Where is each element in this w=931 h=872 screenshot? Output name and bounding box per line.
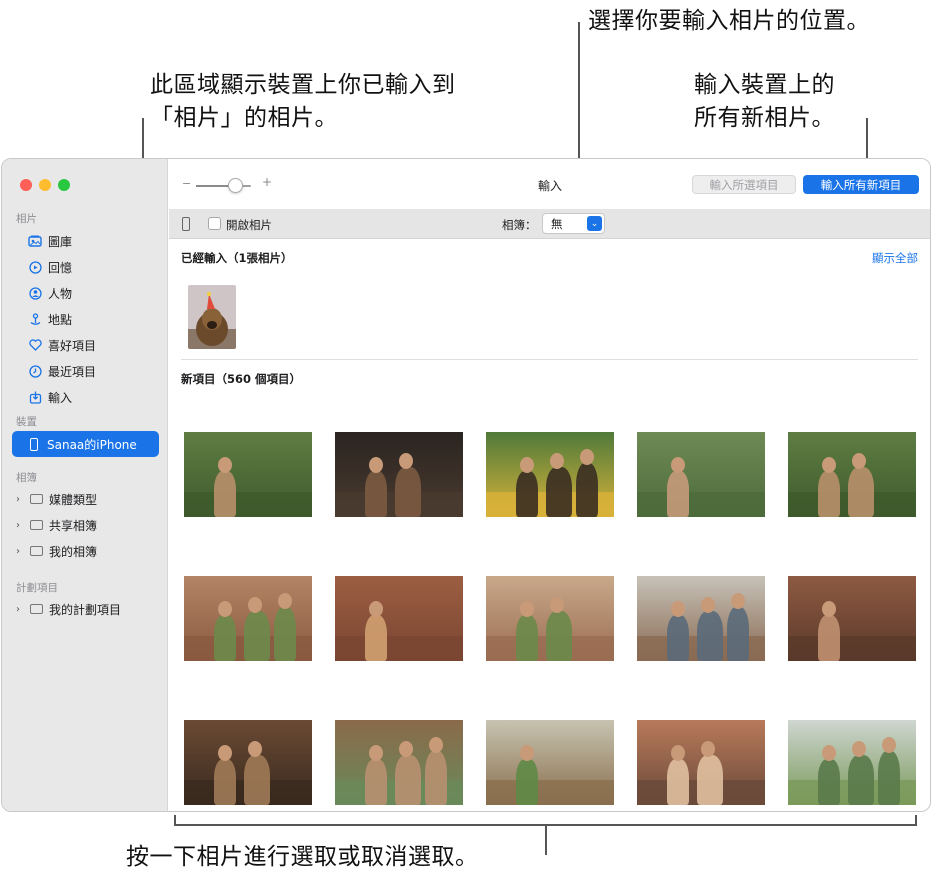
zoom-in-icon[interactable]: + — [262, 175, 272, 189]
sidebar-item-label: 地點 — [48, 312, 73, 327]
callout-import-new-line1: 輸入裝置上的 — [694, 72, 835, 98]
minimize-window-button[interactable] — [39, 179, 51, 191]
folder-icon — [30, 494, 43, 504]
sidebar-item-places[interactable]: 地點 — [28, 308, 72, 330]
import-selected-button[interactable]: 輸入所選項目 — [692, 175, 796, 194]
photo-thumbnail[interactable] — [184, 576, 312, 661]
zoom-slider[interactable] — [196, 185, 251, 187]
photo-thumbnail[interactable] — [788, 720, 916, 805]
sidebar-group-label: 我的計劃項目 — [49, 602, 122, 617]
import-icon — [28, 390, 42, 404]
album-label: 相簿： — [502, 218, 537, 232]
photo-thumbnail[interactable] — [788, 432, 916, 517]
chevron-right-icon[interactable]: › — [16, 520, 26, 531]
shared-album-icon — [30, 520, 43, 530]
heart-icon — [28, 338, 42, 352]
photo-thumbnail[interactable] — [637, 720, 765, 805]
photo-thumbnail[interactable] — [335, 720, 463, 805]
chevron-down-icon[interactable]: ⌄ — [587, 216, 602, 231]
people-icon — [28, 286, 42, 300]
sidebar-group-media-types[interactable]: › 媒體類型 — [16, 488, 97, 510]
callout-imported-area-line2: 「相片」的相片。 — [150, 105, 338, 131]
sidebar-item-recents[interactable]: 最近項目 — [28, 360, 96, 382]
sidebar-section-albums: 相簿 — [16, 472, 37, 484]
sidebar-section-projects: 計劃項目 — [16, 582, 58, 594]
chevron-right-icon[interactable]: › — [16, 494, 26, 505]
sidebar-group-label: 媒體類型 — [49, 492, 98, 507]
clock-icon — [28, 364, 42, 378]
already-imported-heading: 已經輸入（1張相片） — [181, 251, 293, 265]
library-icon — [28, 234, 42, 248]
folder-icon — [30, 546, 43, 556]
toolbar-title: 輸入 — [538, 179, 563, 193]
sidebar-section-devices: 裝置 — [16, 416, 37, 428]
callout-line — [545, 825, 547, 855]
zoom-slider-knob[interactable] — [227, 178, 243, 193]
open-photos-label[interactable]: 開啟相片 — [226, 217, 272, 233]
sidebar-group-label: 共享相簿 — [49, 518, 98, 533]
show-all-link[interactable]: 顯示全部 — [872, 250, 918, 266]
imported-photo-thumbnail[interactable] — [188, 285, 236, 349]
chevron-right-icon[interactable]: › — [16, 546, 26, 557]
memories-icon — [28, 260, 42, 274]
sidebar-item-favorites[interactable]: 喜好項目 — [28, 334, 96, 356]
callout-import-new-line2: 所有新相片。 — [694, 105, 835, 131]
sidebar-item-memories[interactable]: 回憶 — [28, 256, 72, 278]
callout-line — [174, 815, 176, 825]
iphone-icon — [182, 217, 190, 231]
sidebar: 相片 圖庫 回憶 人物 地點 喜好項目 最近項目 輸入 裝置 Sanaa的iPh… — [2, 159, 168, 811]
new-items-heading: 新項目（560 個項目） — [181, 372, 302, 386]
sidebar-item-label: 喜好項目 — [48, 338, 97, 353]
callout-choose-location: 選擇你要輸入相片的位置。 — [588, 8, 870, 34]
sidebar-item-label: 回憶 — [48, 260, 73, 275]
photo-thumbnail[interactable] — [335, 576, 463, 661]
sidebar-group-my-projects[interactable]: › 我的計劃項目 — [16, 598, 121, 620]
iphone-icon — [30, 437, 38, 451]
photo-thumbnail[interactable] — [637, 576, 765, 661]
sidebar-device-label: Sanaa的iPhone — [47, 437, 137, 452]
sidebar-item-people[interactable]: 人物 — [28, 282, 72, 304]
callout-click-to-select: 按一下相片進行選取或取消選取。 — [126, 844, 479, 870]
photo-thumbnail[interactable] — [335, 432, 463, 517]
sidebar-item-label: 圖庫 — [48, 234, 73, 249]
sidebar-group-label: 我的相簿 — [49, 544, 98, 559]
folder-icon — [30, 604, 43, 614]
callout-imported-area-line1: 此區域顯示裝置上你已輸入到 — [150, 72, 456, 98]
chevron-right-icon[interactable]: › — [16, 604, 26, 615]
import-all-new-button[interactable]: 輸入所有新項目 — [803, 175, 919, 194]
toolbar: − + 輸入 輸入所選項目 輸入所有新項目 — [169, 159, 930, 209]
zoom-window-button[interactable] — [58, 179, 70, 191]
photo-thumbnail[interactable] — [184, 720, 312, 805]
sidebar-item-label: 輸入 — [48, 390, 73, 405]
album-select-value: 無 — [551, 216, 563, 231]
sidebar-item-library[interactable]: 圖庫 — [28, 230, 72, 252]
photo-thumbnail[interactable] — [637, 432, 765, 517]
close-window-button[interactable] — [20, 179, 32, 191]
photo-thumbnail[interactable] — [788, 576, 916, 661]
section-divider — [181, 359, 918, 360]
sidebar-group-shared-albums[interactable]: › 共享相簿 — [16, 514, 97, 536]
zoom-out-icon[interactable]: − — [182, 177, 191, 190]
sidebar-item-import[interactable]: 輸入 — [28, 386, 72, 408]
photo-thumbnail[interactable] — [486, 720, 614, 805]
sidebar-group-my-albums[interactable]: › 我的相簿 — [16, 540, 97, 562]
import-pane: − + 輸入 輸入所選項目 輸入所有新項目 開啟相片 相簿： 無 ⌄ 已經輸入（… — [169, 159, 930, 811]
photo-thumbnail[interactable] — [184, 432, 312, 517]
photos-window: 相片 圖庫 回憶 人物 地點 喜好項目 最近項目 輸入 裝置 Sanaa的iPh… — [1, 158, 931, 812]
callout-line — [915, 815, 917, 825]
photo-thumbnail[interactable] — [486, 432, 614, 517]
places-icon — [28, 312, 42, 326]
photo-thumbnail[interactable] — [486, 576, 614, 661]
album-select[interactable]: 無 ⌄ — [542, 213, 605, 234]
import-options-bar: 開啟相片 相簿： 無 ⌄ — [169, 209, 930, 239]
sidebar-item-label: 人物 — [48, 286, 73, 301]
sidebar-item-device[interactable]: Sanaa的iPhone — [12, 431, 159, 457]
sidebar-section-photos: 相片 — [16, 213, 37, 225]
sidebar-item-label: 最近項目 — [48, 364, 97, 379]
open-photos-checkbox[interactable] — [208, 217, 221, 230]
